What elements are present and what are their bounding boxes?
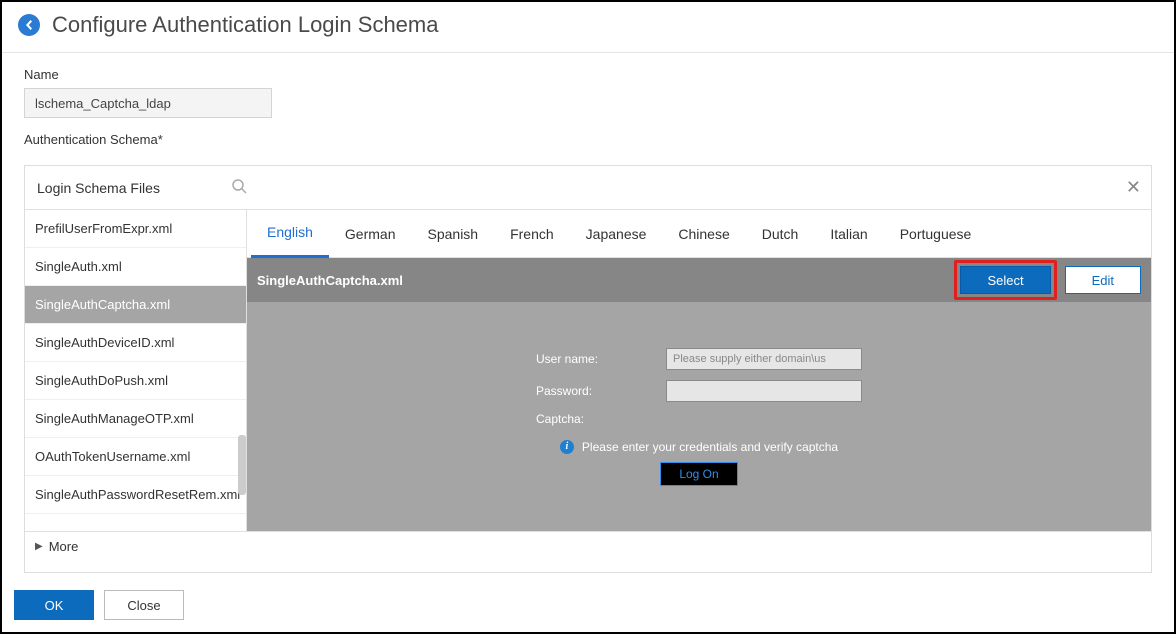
- tab-dutch[interactable]: Dutch: [746, 210, 815, 258]
- list-item[interactable]: SingleAuthPasswordResetRem.xml: [25, 476, 246, 514]
- username-label: User name:: [536, 352, 666, 366]
- tab-japanese[interactable]: Japanese: [570, 210, 663, 258]
- page-header: Configure Authentication Login Schema: [2, 2, 1174, 53]
- list-item[interactable]: SingleAuthManageOTP.xml: [25, 400, 246, 438]
- more-toggle[interactable]: ▶ More: [25, 531, 1151, 561]
- back-arrow-icon: [24, 20, 34, 30]
- info-row: i Please enter your credentials and veri…: [560, 440, 838, 454]
- username-input[interactable]: [666, 348, 862, 370]
- tab-chinese[interactable]: Chinese: [662, 210, 745, 258]
- scrollbar-thumb[interactable]: [238, 435, 246, 495]
- password-input[interactable]: [666, 380, 862, 402]
- select-button-highlight: Select: [954, 260, 1056, 300]
- logon-button[interactable]: Log On: [660, 462, 737, 486]
- back-button[interactable]: [18, 14, 40, 36]
- language-tabs: English German Spanish French Japanese C…: [247, 210, 1151, 258]
- search-icon[interactable]: [231, 178, 247, 199]
- file-bar: SingleAuthCaptcha.xml Select Edit: [247, 258, 1151, 302]
- select-button[interactable]: Select: [960, 266, 1050, 294]
- list-item[interactable]: SingleAuthDeviceID.xml: [25, 324, 246, 362]
- auth-schema-label: Authentication Schema*: [24, 132, 1152, 147]
- close-icon[interactable]: ✕: [1126, 178, 1141, 196]
- preview-pane: English German Spanish French Japanese C…: [247, 210, 1151, 531]
- more-label: More: [49, 539, 79, 554]
- panel-header: Login Schema Files ✕: [25, 166, 1151, 210]
- info-text: Please enter your credentials and verify…: [582, 440, 838, 454]
- page-title: Configure Authentication Login Schema: [52, 12, 438, 38]
- login-preview: User name: Password: Captcha: i Please e…: [247, 302, 1151, 531]
- password-label: Password:: [536, 384, 666, 398]
- chevron-right-icon: ▶: [35, 541, 43, 552]
- file-name-label: SingleAuthCaptcha.xml: [257, 273, 403, 288]
- dialog-footer: OK Close: [14, 590, 184, 620]
- tab-spanish[interactable]: Spanish: [412, 210, 495, 258]
- panel-title: Login Schema Files: [37, 180, 160, 196]
- schema-panel: Login Schema Files ✕ PrefilUserFromExpr.…: [24, 165, 1152, 573]
- name-label: Name: [24, 67, 1152, 82]
- file-list: PrefilUserFromExpr.xml SingleAuth.xml Si…: [25, 210, 247, 531]
- form-area: Name Authentication Schema*: [2, 53, 1174, 155]
- info-icon: i: [560, 440, 574, 454]
- list-item[interactable]: OAuthTokenUsername.xml: [25, 438, 246, 476]
- tab-english[interactable]: English: [251, 210, 329, 258]
- list-item[interactable]: SingleAuthDoPush.xml: [25, 362, 246, 400]
- close-button[interactable]: Close: [104, 590, 184, 620]
- list-item-selected[interactable]: SingleAuthCaptcha.xml: [25, 286, 246, 324]
- list-item[interactable]: PrefilUserFromExpr.xml: [25, 210, 246, 248]
- tab-french[interactable]: French: [494, 210, 570, 258]
- list-item[interactable]: SingleAuth.xml: [25, 248, 246, 286]
- name-input[interactable]: [24, 88, 272, 118]
- tab-german[interactable]: German: [329, 210, 412, 258]
- captcha-label: Captcha:: [536, 412, 666, 426]
- tab-portuguese[interactable]: Portuguese: [884, 210, 988, 258]
- tab-italian[interactable]: Italian: [814, 210, 883, 258]
- edit-button[interactable]: Edit: [1065, 266, 1141, 294]
- ok-button[interactable]: OK: [14, 590, 94, 620]
